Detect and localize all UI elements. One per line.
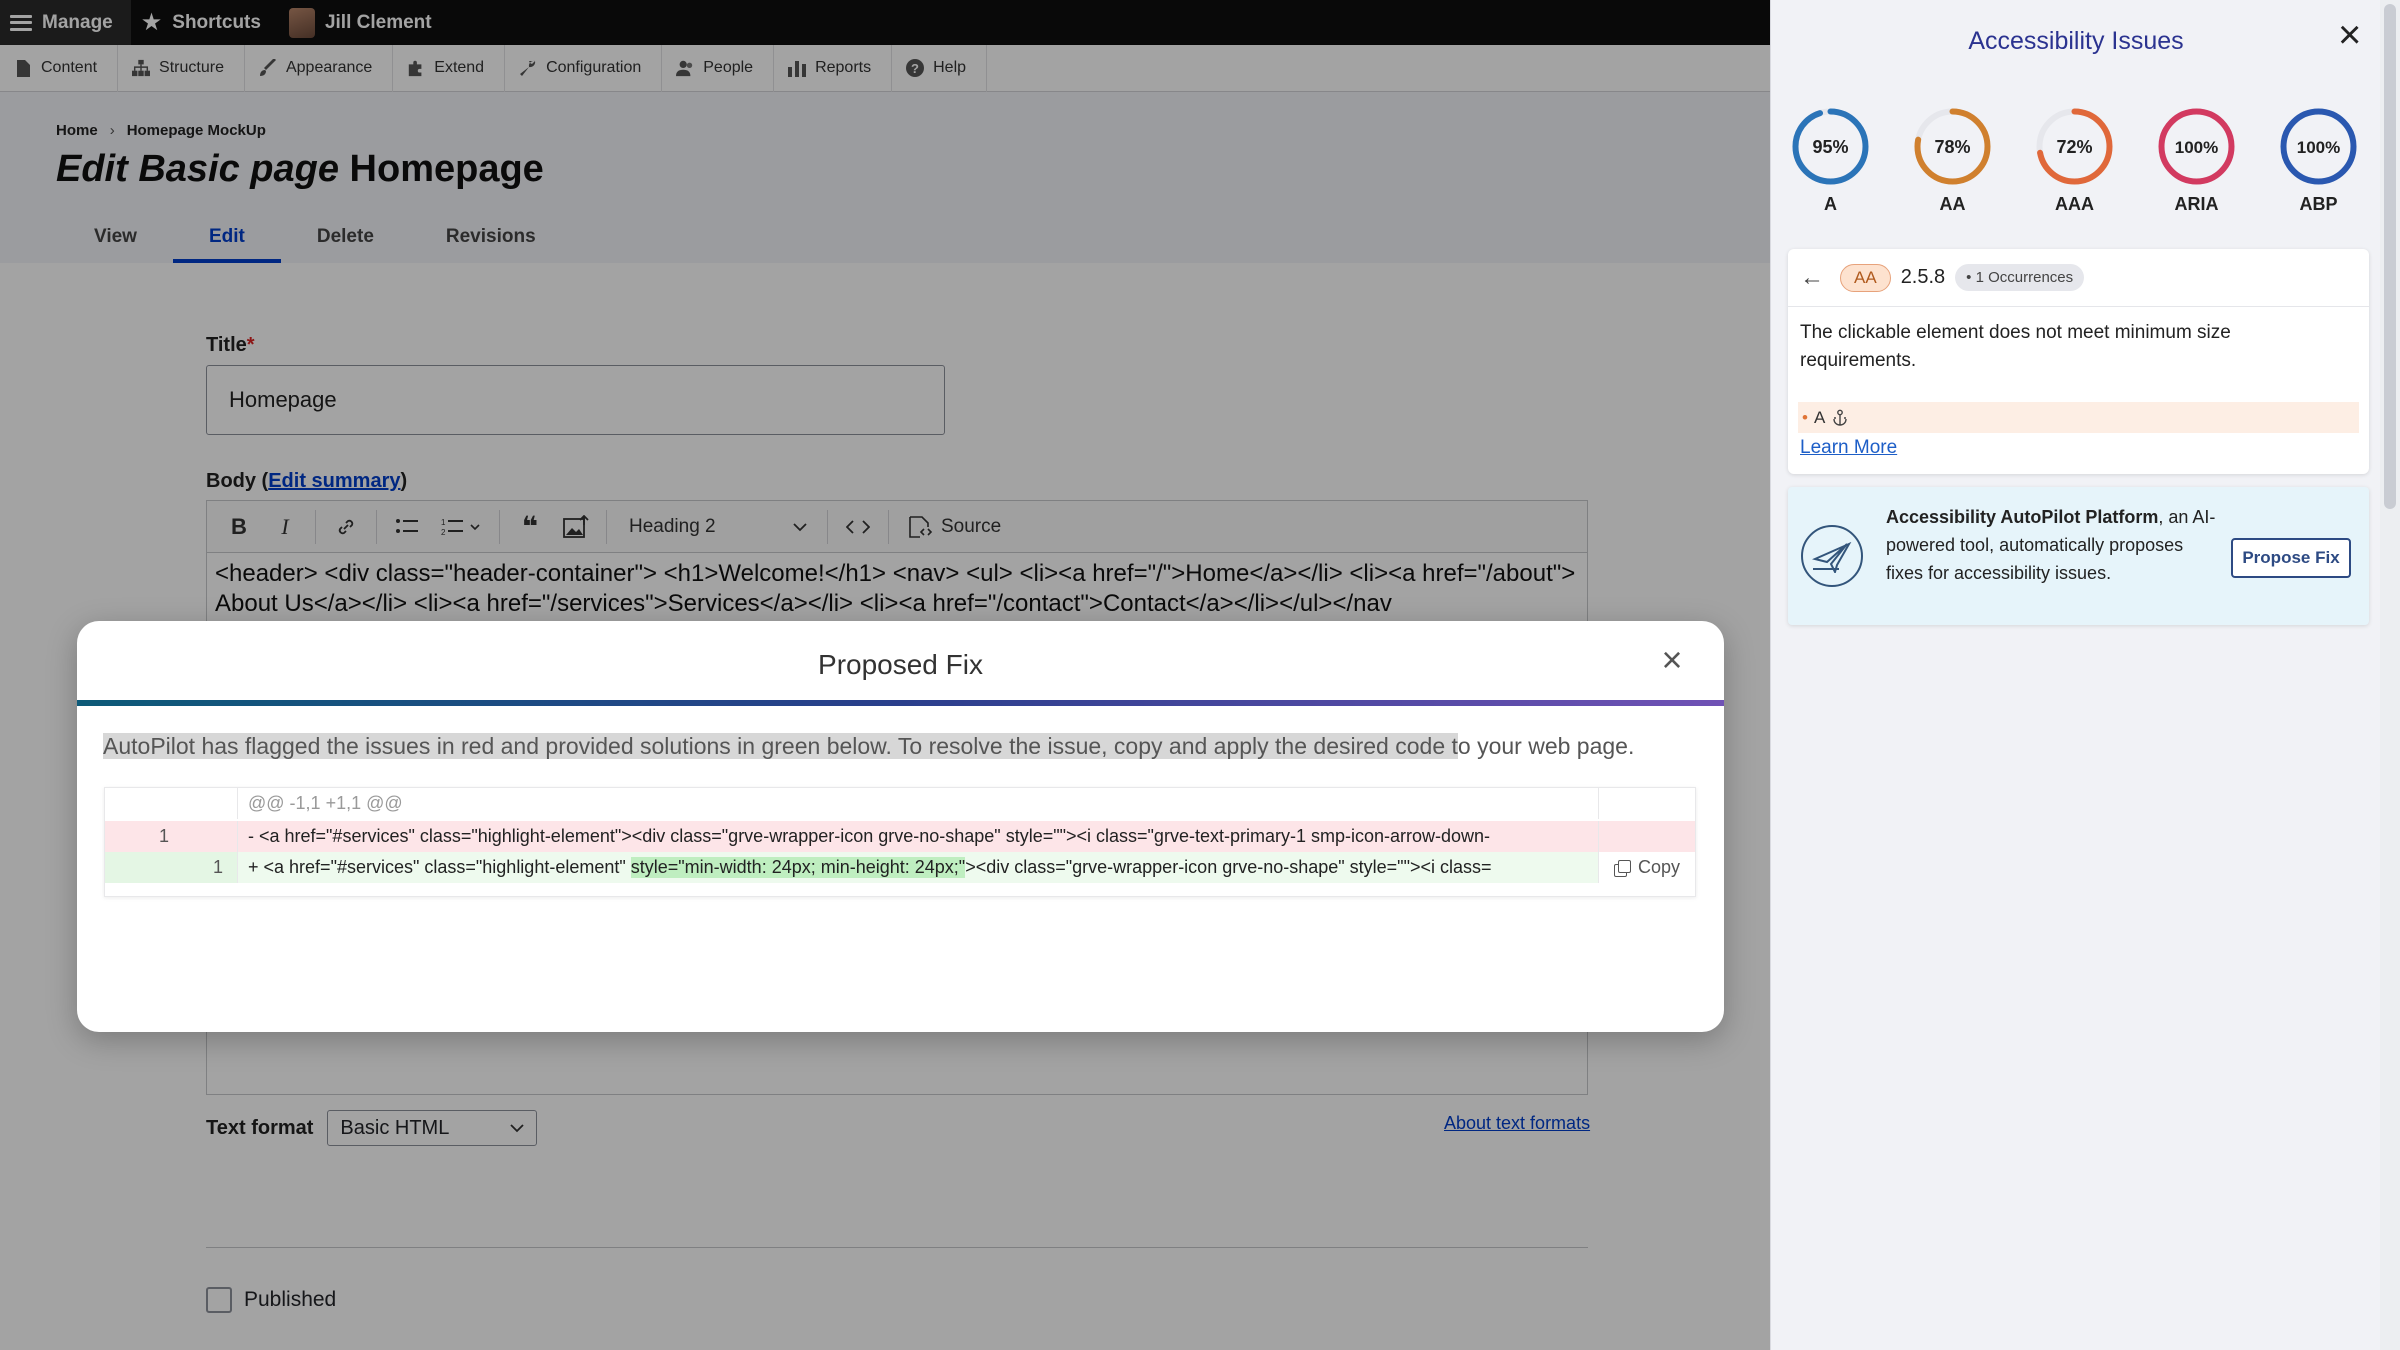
copy-button[interactable]: Copy xyxy=(1598,852,1695,883)
modal-title: Proposed Fix xyxy=(818,649,983,680)
copy-icon xyxy=(1613,859,1631,877)
issue-description: The clickable element does not meet mini… xyxy=(1800,322,2231,371)
scrollbar-thumb[interactable] xyxy=(2384,4,2396,509)
gauge-label: A xyxy=(1824,194,1837,214)
diff-added-code-pre: + <a href="#services" class="highlight-e… xyxy=(248,857,631,877)
propose-fix-button[interactable]: Propose Fix xyxy=(2231,538,2351,578)
modal-description-rest: o your web page. xyxy=(1457,733,1635,759)
promo-brand: Accessibility AutoPilot Platform xyxy=(1886,507,2159,527)
panel-title: Accessibility Issues xyxy=(1968,27,2184,55)
gauge-value: 78% xyxy=(1934,137,1970,157)
panel-scrollbar[interactable] xyxy=(2380,0,2400,1350)
diff-extra xyxy=(1598,821,1695,852)
issue-card-header: ← AA 2.5.8 • 1 Occurrences xyxy=(1788,249,2369,307)
diff-gutter xyxy=(105,788,238,819)
close-icon[interactable]: × xyxy=(2338,15,2361,55)
diff-added-line: 1 + <a href="#services" class="highlight… xyxy=(105,852,1695,883)
diff-removed-code[interactable]: - <a href="#services" class="highlight-e… xyxy=(238,821,1598,852)
copy-label: Copy xyxy=(1637,857,1681,877)
gauge-label: ABP xyxy=(2299,194,2338,214)
issue-element-row[interactable]: • A xyxy=(1798,402,2359,433)
anchor-icon xyxy=(1833,409,1847,426)
gauge-ring: 78% xyxy=(1914,108,1991,185)
gauge-label: ARIA xyxy=(2174,194,2219,214)
code-diff: @@ -1,1 +1,1 @@ 1 - <a href="#services" … xyxy=(104,787,1696,897)
gauge-value: 95% xyxy=(1812,137,1848,157)
modal-description-selected: AutoPilot has flagged the issues in red … xyxy=(103,733,1458,759)
gauge-value: 72% xyxy=(2056,137,2092,157)
gauge-label: AAA xyxy=(2055,194,2094,214)
diff-extra xyxy=(1598,788,1695,819)
diff-line-number: 1 xyxy=(105,852,238,883)
gauge-ring: 72% xyxy=(2036,108,2113,185)
diff-inserted-fragment: style="min-width: 24px; min-height: 24px… xyxy=(630,857,966,878)
learn-more-link[interactable]: Learn More xyxy=(1800,437,1897,459)
bullet-icon: • xyxy=(1802,407,1808,427)
proposed-fix-modal: Proposed Fix × AutoPilot has flagged the… xyxy=(77,621,1724,1032)
issue-card: ← AA 2.5.8 • 1 Occurrences The clickable… xyxy=(1788,249,2369,474)
gauge-a[interactable]: 95% A xyxy=(1791,107,1870,215)
diff-hunk-header: @@ -1,1 +1,1 @@ xyxy=(105,788,1695,819)
diff-hunk-text: @@ -1,1 +1,1 @@ xyxy=(248,793,403,813)
score-gauges: 95% A 78% AA 72% AAA 100% ARIA 100% ABP xyxy=(1791,107,2358,215)
wcag-criterion: 2.5.8 xyxy=(1900,266,1946,288)
autopilot-plane-icon xyxy=(1801,525,1863,587)
close-icon[interactable]: × xyxy=(1658,642,1686,678)
gauge-ring: 100% xyxy=(2158,108,2235,185)
element-tag: A xyxy=(1813,407,1826,427)
gauge-value: 100% xyxy=(2297,138,2340,157)
gauge-aa[interactable]: 78% AA xyxy=(1913,107,1992,215)
diff-line-number: 1 xyxy=(105,821,238,852)
diff-added-code-post: ><div class="grve-wrapper-icon grve-no-s… xyxy=(965,857,1492,877)
modal-accent-bar xyxy=(77,700,1724,706)
diff-removed-line: 1 - <a href="#services" class="highlight… xyxy=(105,821,1695,852)
gauge-value: 100% xyxy=(2175,138,2218,157)
occurrences-badge: • 1 Occurrences xyxy=(1955,264,2085,291)
level-badge: AA xyxy=(1840,263,1891,292)
autopilot-promo: Accessibility AutoPilot Platform, an AI-… xyxy=(1788,487,2369,625)
gauge-abp[interactable]: 100% ABP xyxy=(2279,107,2358,215)
gauge-aria[interactable]: 100% ARIA xyxy=(2157,107,2236,215)
arrow-left-icon[interactable]: ← xyxy=(1800,264,1830,292)
diff-added-code[interactable]: + <a href="#services" class="highlight-e… xyxy=(238,852,1598,883)
promo-text: Accessibility AutoPilot Platform, an AI-… xyxy=(1886,503,2216,587)
accessibility-issues-panel: Accessibility Issues × 95% A 78% AA 72% xyxy=(1770,0,2380,1350)
gauge-aaa[interactable]: 72% AAA xyxy=(2035,107,2114,215)
gauge-label: AA xyxy=(1939,194,1966,214)
gauge-ring: 95% xyxy=(1792,108,1869,185)
modal-description: AutoPilot has flagged the issues in red … xyxy=(103,733,1634,760)
gauge-ring: 100% xyxy=(2280,108,2357,185)
